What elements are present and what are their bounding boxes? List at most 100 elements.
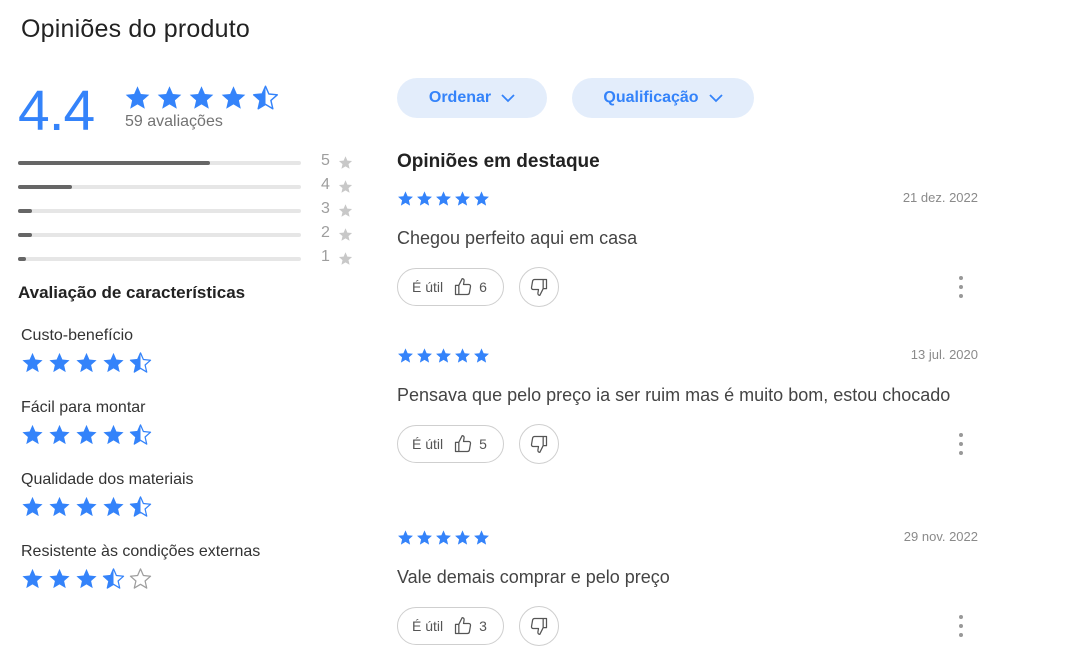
feature-stars (21, 351, 156, 374)
star-half-icon (129, 424, 152, 445)
star-full-icon (221, 86, 246, 109)
review-actions: É útil 6 (397, 267, 980, 307)
star-full-icon (76, 424, 97, 445)
distribution-label: 2 (321, 224, 330, 241)
star-full-icon (103, 496, 124, 517)
review-card: 13 jul. 2020 Pensava que pelo preço ia s… (397, 347, 980, 464)
star-full-icon (103, 424, 124, 445)
distribution-label: 5 (321, 152, 330, 169)
feature-material-quality: Qualidade dos materiais (21, 471, 194, 518)
feature-label: Custo-benefício (21, 327, 134, 344)
star-full-icon (22, 568, 43, 589)
useful-count: 3 (479, 618, 487, 634)
star-full-icon (398, 191, 413, 206)
not-useful-button[interactable] (519, 424, 559, 464)
thumbs-up-icon (455, 435, 472, 453)
useful-count: 5 (479, 436, 487, 452)
distribution-row-3: 3 (18, 200, 358, 224)
review-card: 21 dez. 2022 Chegou perfeito aqui em cas… (397, 190, 980, 307)
sort-button[interactable]: Ordenar (397, 78, 547, 118)
sort-label: Ordenar (428, 89, 492, 106)
useful-button[interactable]: É útil 3 (397, 607, 504, 645)
not-useful-button[interactable] (519, 606, 559, 646)
rating-filter-button[interactable]: Qualificação (572, 78, 754, 118)
distribution-row-4: 4 (18, 176, 358, 200)
thumbs-down-icon (530, 278, 548, 296)
star-full-icon (22, 352, 43, 373)
useful-count: 6 (479, 279, 487, 295)
chevron-down-icon (708, 93, 723, 102)
star-half-icon (252, 85, 279, 110)
useful-label: É útil (412, 436, 444, 452)
rating-filter-label: Qualificação (603, 89, 699, 106)
star-full-icon (398, 530, 413, 545)
review-date: 29 nov. 2022 (903, 529, 978, 544)
star-full-icon (474, 191, 489, 206)
review-actions: É útil 5 (397, 424, 980, 464)
review-text: Vale demais comprar e pelo preço (397, 567, 670, 587)
review-count: 59 avaliações (125, 113, 223, 130)
more-options-icon[interactable] (958, 276, 964, 298)
review-text: Chegou perfeito aqui em casa (397, 228, 638, 248)
star-full-icon (49, 496, 70, 517)
useful-button[interactable]: É útil 5 (397, 425, 504, 463)
star-half-icon (102, 568, 125, 589)
star-full-icon (49, 352, 70, 373)
star-full-icon (76, 496, 97, 517)
more-options-icon[interactable] (958, 615, 964, 637)
average-rating: 4.4 (18, 79, 95, 143)
feature-stars (21, 423, 156, 446)
star-empty-icon (129, 568, 152, 589)
star-full-icon (49, 424, 70, 445)
star-full-icon (125, 86, 150, 109)
star-full-icon (22, 496, 43, 517)
not-useful-button[interactable] (519, 267, 559, 307)
star-full-icon (436, 530, 451, 545)
distribution-bar-track (18, 185, 301, 189)
review-stars (397, 347, 980, 364)
more-options-icon[interactable] (958, 433, 964, 455)
page-title: Opiniões do produto (21, 15, 250, 43)
star-half-icon (129, 496, 152, 517)
average-stars (124, 84, 284, 111)
review-card: 29 nov. 2022 Vale demais comprar e pelo … (397, 529, 980, 646)
feature-cost-benefit: Custo-benefício (21, 327, 156, 374)
review-stars (397, 529, 980, 546)
star-half-icon (129, 352, 152, 373)
star-full-icon (76, 568, 97, 589)
thumbs-down-icon (530, 435, 548, 453)
rating-distribution: 5 4 3 2 1 (18, 152, 358, 272)
useful-button[interactable]: É útil 6 (397, 268, 504, 306)
small-star-icon (338, 227, 353, 247)
star-full-icon (103, 352, 124, 373)
star-full-icon (49, 568, 70, 589)
distribution-row-1: 1 (18, 248, 358, 272)
star-full-icon (455, 530, 470, 545)
distribution-bar-fill (18, 185, 72, 189)
feature-easy-assembly: Fácil para montar (21, 399, 156, 446)
distribution-bar-track (18, 209, 301, 213)
feature-label: Qualidade dos materiais (21, 471, 194, 488)
star-full-icon (417, 530, 432, 545)
star-full-icon (474, 348, 489, 363)
small-star-icon (338, 251, 353, 271)
review-stars (397, 190, 980, 207)
star-full-icon (76, 352, 97, 373)
feature-label: Fácil para montar (21, 399, 146, 416)
star-full-icon (436, 191, 451, 206)
distribution-bar-track (18, 257, 301, 261)
chevron-down-icon (501, 93, 515, 102)
star-full-icon (474, 530, 489, 545)
useful-label: É útil (412, 618, 444, 634)
star-full-icon (398, 348, 413, 363)
star-full-icon (417, 348, 432, 363)
distribution-label: 3 (321, 200, 330, 217)
small-star-icon (338, 203, 353, 223)
star-full-icon (22, 424, 43, 445)
feature-weather-resistance: Resistente às condições externas (21, 543, 260, 590)
star-full-icon (455, 191, 470, 206)
feature-stars (21, 495, 194, 518)
distribution-label: 4 (321, 176, 330, 193)
small-star-icon (338, 155, 353, 175)
star-full-icon (189, 86, 214, 109)
